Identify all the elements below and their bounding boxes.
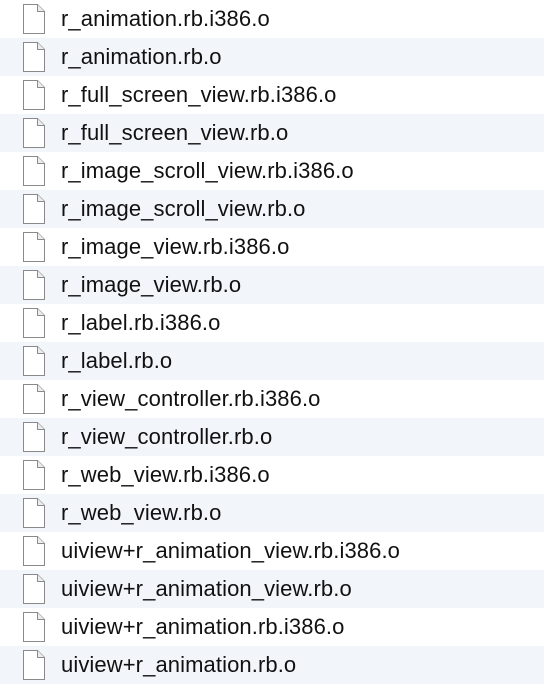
document-icon	[22, 117, 46, 149]
file-list-item[interactable]: uiview+r_animation.rb.o	[0, 646, 544, 684]
document-icon	[22, 383, 46, 415]
document-icon	[22, 497, 46, 529]
file-list-item[interactable]: uiview+r_animation.rb.i386.o	[0, 608, 544, 646]
document-icon	[22, 307, 46, 339]
file-name: r_image_scroll_view.rb.i386.o	[61, 158, 354, 183]
document-icon	[22, 269, 46, 301]
file-name: r_view_controller.rb.i386.o	[61, 386, 321, 411]
file-name: uiview+r_animation.rb.i386.o	[61, 614, 345, 639]
file-name: uiview+r_animation_view.rb.i386.o	[61, 538, 400, 563]
file-name: r_image_view.rb.o	[61, 272, 242, 297]
file-list-item[interactable]: r_label.rb.o	[0, 342, 544, 380]
document-icon	[22, 421, 46, 453]
file-list-item[interactable]: r_image_view.rb.i386.o	[0, 228, 544, 266]
file-list-item[interactable]: r_label.rb.i386.o	[0, 304, 544, 342]
file-list-item[interactable]: r_view_controller.rb.i386.o	[0, 380, 544, 418]
file-name: r_animation.rb.o	[61, 44, 222, 69]
file-list-item[interactable]: r_web_view.rb.i386.o	[0, 456, 544, 494]
document-icon	[22, 459, 46, 491]
file-list-item[interactable]: r_animation.rb.o	[0, 38, 544, 76]
file-name: uiview+r_animation_view.rb.o	[61, 576, 352, 601]
document-icon	[22, 611, 46, 643]
file-name: r_view_controller.rb.o	[61, 424, 273, 449]
document-icon	[22, 41, 46, 73]
file-list-item[interactable]: uiview+r_animation_view.rb.o	[0, 570, 544, 608]
document-icon	[22, 3, 46, 35]
file-name: r_web_view.rb.i386.o	[61, 462, 270, 487]
file-list-item[interactable]: uiview+r_animation_view.rb.i386.o	[0, 532, 544, 570]
file-list-item[interactable]: r_image_view.rb.o	[0, 266, 544, 304]
file-list: r_animation.rb.i386.o r_animation.rb.o r…	[0, 0, 544, 684]
file-list-item[interactable]: r_web_view.rb.o	[0, 494, 544, 532]
file-name: r_full_screen_view.rb.o	[61, 120, 289, 145]
document-icon	[22, 79, 46, 111]
file-list-item[interactable]: r_animation.rb.i386.o	[0, 0, 544, 38]
file-name: r_web_view.rb.o	[61, 500, 222, 525]
file-name: r_label.rb.i386.o	[61, 310, 221, 335]
document-icon	[22, 231, 46, 263]
file-name: uiview+r_animation.rb.o	[61, 652, 297, 677]
file-list-item[interactable]: r_full_screen_view.rb.o	[0, 114, 544, 152]
file-list-item[interactable]: r_image_scroll_view.rb.o	[0, 190, 544, 228]
document-icon	[22, 155, 46, 187]
document-icon	[22, 649, 46, 681]
document-icon	[22, 573, 46, 605]
file-name: r_image_view.rb.i386.o	[61, 234, 290, 259]
file-name: r_full_screen_view.rb.i386.o	[61, 82, 337, 107]
file-name: r_image_scroll_view.rb.o	[61, 196, 306, 221]
file-name: r_animation.rb.i386.o	[61, 6, 270, 31]
document-icon	[22, 193, 46, 225]
file-name: r_label.rb.o	[61, 348, 173, 373]
document-icon	[22, 535, 46, 567]
file-list-item[interactable]: r_view_controller.rb.o	[0, 418, 544, 456]
document-icon	[22, 345, 46, 377]
file-list-item[interactable]: r_full_screen_view.rb.i386.o	[0, 76, 544, 114]
file-list-item[interactable]: r_image_scroll_view.rb.i386.o	[0, 152, 544, 190]
